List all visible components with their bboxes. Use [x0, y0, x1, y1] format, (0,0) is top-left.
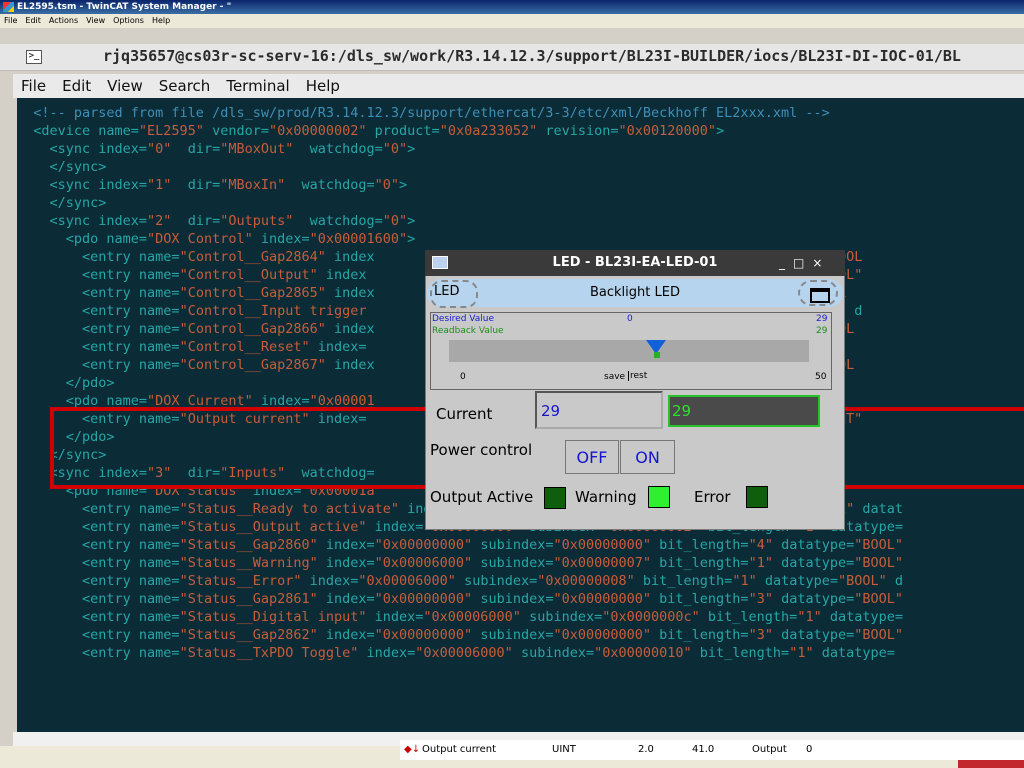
- app-title-bar: EL2595.tsm - TwinCAT System Manager - ": [0, 0, 1024, 14]
- variable-arrow-icon: ◆↓: [404, 744, 421, 755]
- app-menu-bar: File Edit Actions View Options Help: [0, 14, 1024, 28]
- terminal-line: <!-- parsed from file /dls_sw/prod/R3.14…: [17, 105, 830, 121]
- close-icon[interactable]: ×: [812, 256, 822, 270]
- terminal-line: <entry name="Status__Gap2862" index="0x0…: [17, 627, 904, 643]
- variable-direction: Output: [752, 744, 787, 755]
- output-active-label: Output Active: [430, 488, 534, 506]
- current-input[interactable]: 29: [535, 391, 663, 429]
- terminal-menu-search[interactable]: Search: [159, 77, 211, 95]
- window-icon: [810, 288, 830, 303]
- terminal-line: <entry name="Status__Gap2861" index="0x0…: [17, 591, 904, 607]
- terminal-line: <sync index="2" dir="Outputs" watchdog="…: [17, 213, 416, 229]
- readback-marker: [654, 352, 660, 358]
- desired-value: 0: [627, 314, 633, 324]
- terminal-title: rjq35657@cs03r-sc-serv-16:/dls_sw/work/R…: [103, 47, 961, 65]
- minimize-icon[interactable]: _: [779, 256, 785, 270]
- menu-view[interactable]: View: [86, 16, 105, 25]
- readback-max: 29: [816, 326, 828, 336]
- terminal-line: <sync index="1" dir="MBoxIn" watchdog="0…: [17, 177, 408, 193]
- terminal-line: <pdo name="DOX Control" index="0x0000160…: [17, 231, 416, 247]
- terminal-line: <entry name="Status__Digital input" inde…: [17, 609, 903, 625]
- panel-heading: Backlight LED: [590, 285, 680, 300]
- status-indicator: [958, 760, 1024, 768]
- window-controls: _ □ ×: [775, 250, 826, 276]
- screen-toggle-button[interactable]: [798, 280, 838, 306]
- slider-save-button[interactable]: save: [604, 372, 625, 382]
- current-readback: 29: [668, 395, 820, 427]
- menu-actions[interactable]: Actions: [49, 16, 78, 25]
- menu-edit[interactable]: Edit: [25, 16, 41, 25]
- slider-min-label: 0: [460, 372, 466, 382]
- slider-max-label: 50: [815, 372, 827, 382]
- power-off-button[interactable]: OFF: [565, 440, 619, 474]
- variable-address: 41.0: [692, 744, 715, 755]
- menu-help[interactable]: Help: [152, 16, 170, 25]
- maximize-icon[interactable]: □: [793, 256, 804, 270]
- readback-value-label: Readback Value: [432, 326, 504, 336]
- terminal-menu-terminal[interactable]: Terminal: [226, 77, 289, 95]
- terminal-line: <entry name="Status__Gap2860" index="0x0…: [17, 537, 904, 553]
- terminal-icon: >_: [26, 50, 42, 64]
- terminal-menu-file[interactable]: File: [21, 77, 46, 95]
- terminal-menu-edit[interactable]: Edit: [62, 77, 91, 95]
- terminal-line: <entry name="Status__TxPDO Toggle" index…: [17, 645, 895, 661]
- slider-restore-button[interactable]: rest: [628, 371, 647, 381]
- power-on-button[interactable]: ON: [620, 440, 675, 474]
- desired-max: 29: [816, 314, 828, 324]
- variable-list-row[interactable]: ◆↓ Output current UINT 2.0 41.0 Output 0: [400, 740, 1024, 760]
- terminal-line: </pdo>: [17, 375, 115, 391]
- variable-type: UINT: [552, 744, 576, 755]
- terminal-line: <entry name="Status__Error" index="0x000…: [17, 573, 904, 589]
- terminal-line: <sync index="0" dir="MBoxOut" watchdog="…: [17, 141, 416, 157]
- terminal-menu-help[interactable]: Help: [306, 77, 340, 95]
- warning-led: [648, 486, 670, 508]
- led-tag-button[interactable]: LED: [430, 280, 478, 308]
- terminal-line: </sync>: [17, 159, 107, 175]
- terminal-line: </sync>: [17, 195, 107, 211]
- terminal-menu-bar: File Edit View Search Terminal Help: [13, 74, 1024, 98]
- menu-options[interactable]: Options: [113, 16, 144, 25]
- error-label: Error: [694, 488, 731, 506]
- terminal-menu-view[interactable]: View: [107, 77, 143, 95]
- variable-size: 2.0: [638, 744, 654, 755]
- current-label: Current: [436, 405, 493, 423]
- terminal-line: <device name="EL2595" vendor="0x00000002…: [17, 123, 725, 139]
- power-control-label: Power control: [430, 441, 533, 459]
- error-led: [746, 486, 768, 508]
- desired-value-label: Desired Value: [432, 314, 494, 324]
- twincat-app-icon: [3, 2, 14, 12]
- variable-value: 0: [806, 744, 813, 755]
- warning-label: Warning: [575, 488, 637, 506]
- slider-track[interactable]: [449, 340, 809, 362]
- output-active-led: [544, 487, 566, 509]
- menu-file[interactable]: File: [4, 16, 17, 25]
- terminal-line: <entry name="Status__Warning" index="0x0…: [17, 555, 904, 571]
- app-title: EL2595.tsm - TwinCAT System Manager - ": [17, 2, 232, 12]
- variable-name: Output current: [422, 744, 496, 755]
